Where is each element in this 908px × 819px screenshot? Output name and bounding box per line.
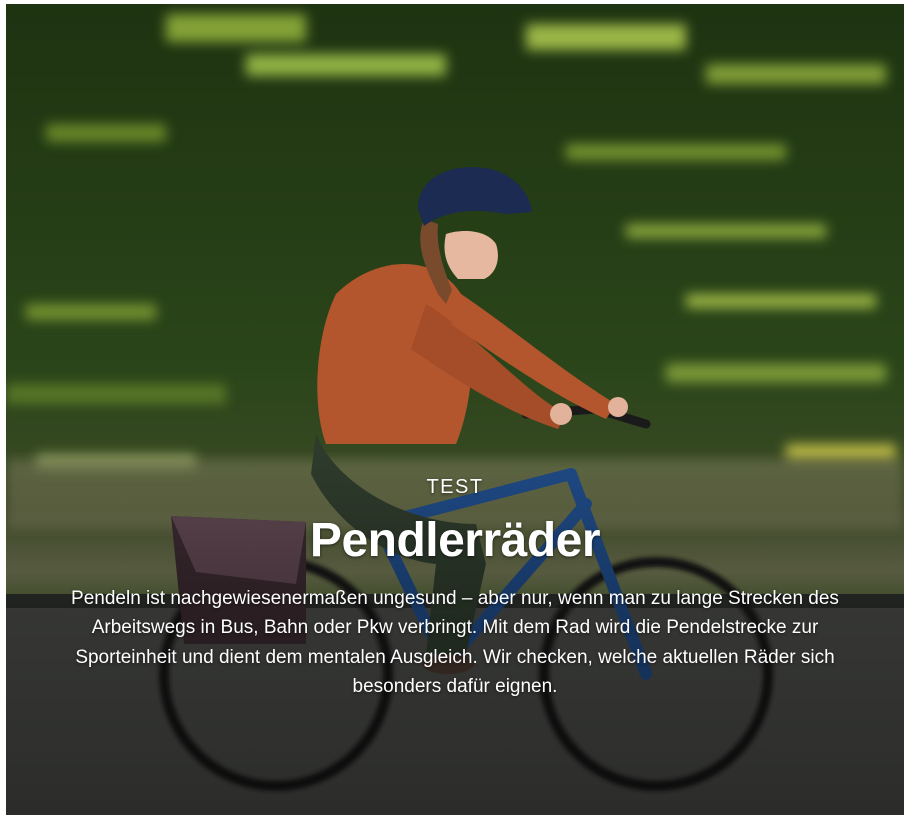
article-lead: Pendeln ist nachgewiesenermaßen ungesund…: [71, 587, 839, 698]
article-title[interactable]: Pendlerräder: [6, 514, 904, 568]
hero-text: TEST Pendlerräder Pendeln ist nachgewies…: [6, 476, 904, 702]
article-kicker: TEST: [426, 476, 484, 498]
hero-image: TEST Pendlerräder Pendeln ist nachgewies…: [6, 4, 904, 815]
